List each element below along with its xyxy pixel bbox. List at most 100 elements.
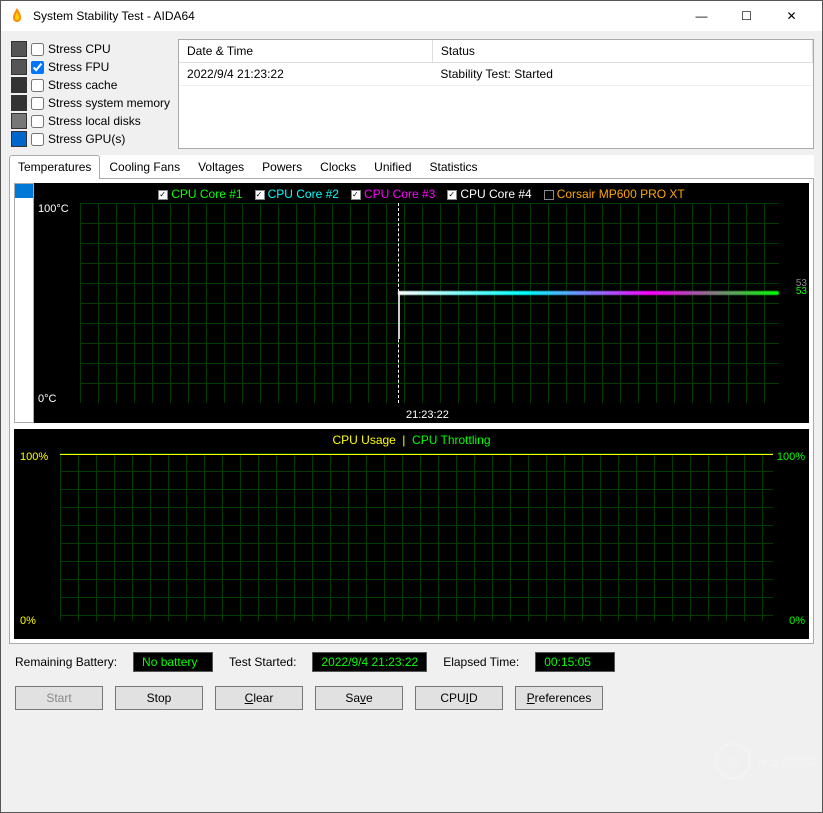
log-row[interactable]: 2022/9/4 21:23:22Stability Test: Started bbox=[179, 63, 812, 86]
x-marker-label: 21:23:22 bbox=[406, 409, 449, 421]
log-cell-status: Stability Test: Started bbox=[432, 63, 812, 86]
tab-container: TemperaturesCooling FansVoltagesPowersCl… bbox=[9, 155, 814, 644]
stress-row-cpu: Stress CPU bbox=[11, 41, 170, 57]
legend-label: CPU Core #3 bbox=[364, 187, 435, 201]
tab-unified[interactable]: Unified bbox=[365, 155, 420, 178]
stress-row-cache: Stress cache bbox=[11, 77, 170, 93]
log-cell-datetime: 2022/9/4 21:23:22 bbox=[179, 63, 432, 86]
elapsed-value: 00:15:05 bbox=[535, 652, 615, 672]
legend-label: CPU Core #4 bbox=[460, 187, 531, 201]
chart-grid bbox=[80, 203, 779, 403]
legend-item[interactable]: Corsair MP600 PRO XT bbox=[544, 187, 685, 201]
window: System Stability Test - AIDA64 — ☐ ✕ Str… bbox=[0, 0, 823, 813]
started-value: 2022/9/4 21:23:22 bbox=[312, 652, 427, 672]
legend-checkbox[interactable] bbox=[158, 190, 168, 200]
legend-item[interactable]: CPU Core #4 bbox=[447, 187, 531, 201]
fpu-icon bbox=[11, 59, 27, 75]
title-separator: | bbox=[399, 433, 412, 447]
cpuid-button[interactable]: CPUID bbox=[415, 686, 503, 710]
log-table: Date & Time Status 2022/9/4 21:23:22Stab… bbox=[178, 39, 814, 149]
tab-clocks[interactable]: Clocks bbox=[311, 155, 365, 178]
close-button[interactable]: ✕ bbox=[769, 1, 814, 31]
top-row: Stress CPU Stress FPU Stress cache Stres… bbox=[9, 39, 814, 149]
legend-label: CPU Core #1 bbox=[171, 187, 242, 201]
usage-100-line bbox=[60, 454, 773, 455]
legend-checkbox[interactable] bbox=[447, 190, 457, 200]
stress-cache-checkbox[interactable] bbox=[31, 79, 44, 92]
sensor-list[interactable] bbox=[14, 183, 34, 423]
stress-disk-label: Stress local disks bbox=[48, 114, 141, 128]
stress-ram-checkbox[interactable] bbox=[31, 97, 44, 110]
stress-cache-label: Stress cache bbox=[48, 78, 117, 92]
stress-ram-label: Stress system memory bbox=[48, 96, 170, 110]
stress-cpu-checkbox[interactable] bbox=[31, 43, 44, 56]
chart-area: CPU Core #1 CPU Core #2 CPU Core #3 CPU Cor… bbox=[9, 179, 814, 644]
battery-label: Remaining Battery: bbox=[15, 655, 117, 669]
tab-statistics[interactable]: Statistics bbox=[421, 155, 487, 178]
app-icon bbox=[9, 8, 25, 24]
save-button[interactable]: Save bbox=[315, 686, 403, 710]
y-max-label: 100°C bbox=[38, 203, 69, 215]
stress-cpu-label: Stress CPU bbox=[48, 42, 111, 56]
ram-icon bbox=[11, 95, 27, 111]
right-y-max: 100% bbox=[777, 451, 805, 463]
minimize-button[interactable]: — bbox=[679, 1, 724, 31]
left-y-max: 100% bbox=[20, 451, 48, 463]
usage-chart: CPU Usage | CPU Throttling 100% 0% 100% … bbox=[14, 429, 809, 639]
battery-value: No battery bbox=[133, 652, 213, 672]
titlebar: System Stability Test - AIDA64 — ☐ ✕ bbox=[1, 1, 822, 31]
temp-rise bbox=[398, 291, 400, 339]
legend-label: Corsair MP600 PRO XT bbox=[557, 187, 685, 201]
usage-grid bbox=[60, 453, 773, 621]
stress-disk-checkbox[interactable] bbox=[31, 115, 44, 128]
stress-fpu-label: Stress FPU bbox=[48, 60, 109, 74]
stress-row-gpu: Stress GPU(s) bbox=[11, 131, 170, 147]
stress-row-fpu: Stress FPU bbox=[11, 59, 170, 75]
stress-gpu-label: Stress GPU(s) bbox=[48, 132, 125, 146]
tabs: TemperaturesCooling FansVoltagesPowersCl… bbox=[9, 155, 814, 179]
cache-icon bbox=[11, 77, 27, 93]
temperature-legend: CPU Core #1 CPU Core #2 CPU Core #3 CPU Cor… bbox=[34, 183, 809, 205]
start-button: Start bbox=[15, 686, 103, 710]
stress-row-disk: Stress local disks bbox=[11, 113, 170, 129]
left-y-min: 0% bbox=[20, 615, 36, 627]
content: Stress CPU Stress FPU Stress cache Stres… bbox=[1, 31, 822, 812]
legend-item[interactable]: CPU Core #2 bbox=[255, 187, 339, 201]
end-value-2: 53 bbox=[796, 278, 807, 289]
right-y-min: 0% bbox=[789, 615, 805, 627]
cpu-icon bbox=[11, 41, 27, 57]
tab-temperatures[interactable]: Temperatures bbox=[9, 155, 100, 179]
stress-fpu-checkbox[interactable] bbox=[31, 61, 44, 74]
button-row: Start Stop Clear Save CPUID Preferences bbox=[9, 680, 814, 716]
window-title: System Stability Test - AIDA64 bbox=[33, 9, 679, 23]
disk-icon bbox=[11, 113, 27, 129]
stop-button[interactable]: Stop bbox=[115, 686, 203, 710]
tab-voltages[interactable]: Voltages bbox=[189, 155, 253, 178]
legend-label: CPU Core #2 bbox=[268, 187, 339, 201]
legend-item[interactable]: CPU Core #3 bbox=[351, 187, 435, 201]
log-header-datetime[interactable]: Date & Time bbox=[179, 40, 432, 63]
stress-row-ram: Stress system memory bbox=[11, 95, 170, 111]
temp-plateau bbox=[398, 291, 779, 295]
legend-item[interactable]: CPU Core #1 bbox=[158, 187, 242, 201]
log-header-status[interactable]: Status bbox=[432, 40, 812, 63]
elapsed-label: Elapsed Time: bbox=[443, 655, 519, 669]
usage-chart-title: CPU Usage | CPU Throttling bbox=[14, 433, 809, 447]
gpu-icon bbox=[11, 131, 27, 147]
preferences-button[interactable]: Preferences bbox=[515, 686, 603, 710]
stress-gpu-checkbox[interactable] bbox=[31, 133, 44, 146]
legend-checkbox[interactable] bbox=[255, 190, 265, 200]
throttling-label: CPU Throttling bbox=[412, 433, 490, 447]
started-label: Test Started: bbox=[229, 655, 296, 669]
tab-powers[interactable]: Powers bbox=[253, 155, 311, 178]
tab-cooling-fans[interactable]: Cooling Fans bbox=[100, 155, 189, 178]
status-row: Remaining Battery: No battery Test Start… bbox=[9, 650, 814, 674]
legend-checkbox[interactable] bbox=[351, 190, 361, 200]
stress-panel: Stress CPU Stress FPU Stress cache Stres… bbox=[9, 39, 172, 149]
temperature-chart-row: CPU Core #1 CPU Core #2 CPU Core #3 CPU Cor… bbox=[14, 183, 809, 423]
usage-label: CPU Usage bbox=[332, 433, 395, 447]
temperature-chart: CPU Core #1 CPU Core #2 CPU Core #3 CPU Cor… bbox=[34, 183, 809, 423]
clear-button[interactable]: Clear bbox=[215, 686, 303, 710]
legend-checkbox[interactable] bbox=[544, 190, 554, 200]
maximize-button[interactable]: ☐ bbox=[724, 1, 769, 31]
